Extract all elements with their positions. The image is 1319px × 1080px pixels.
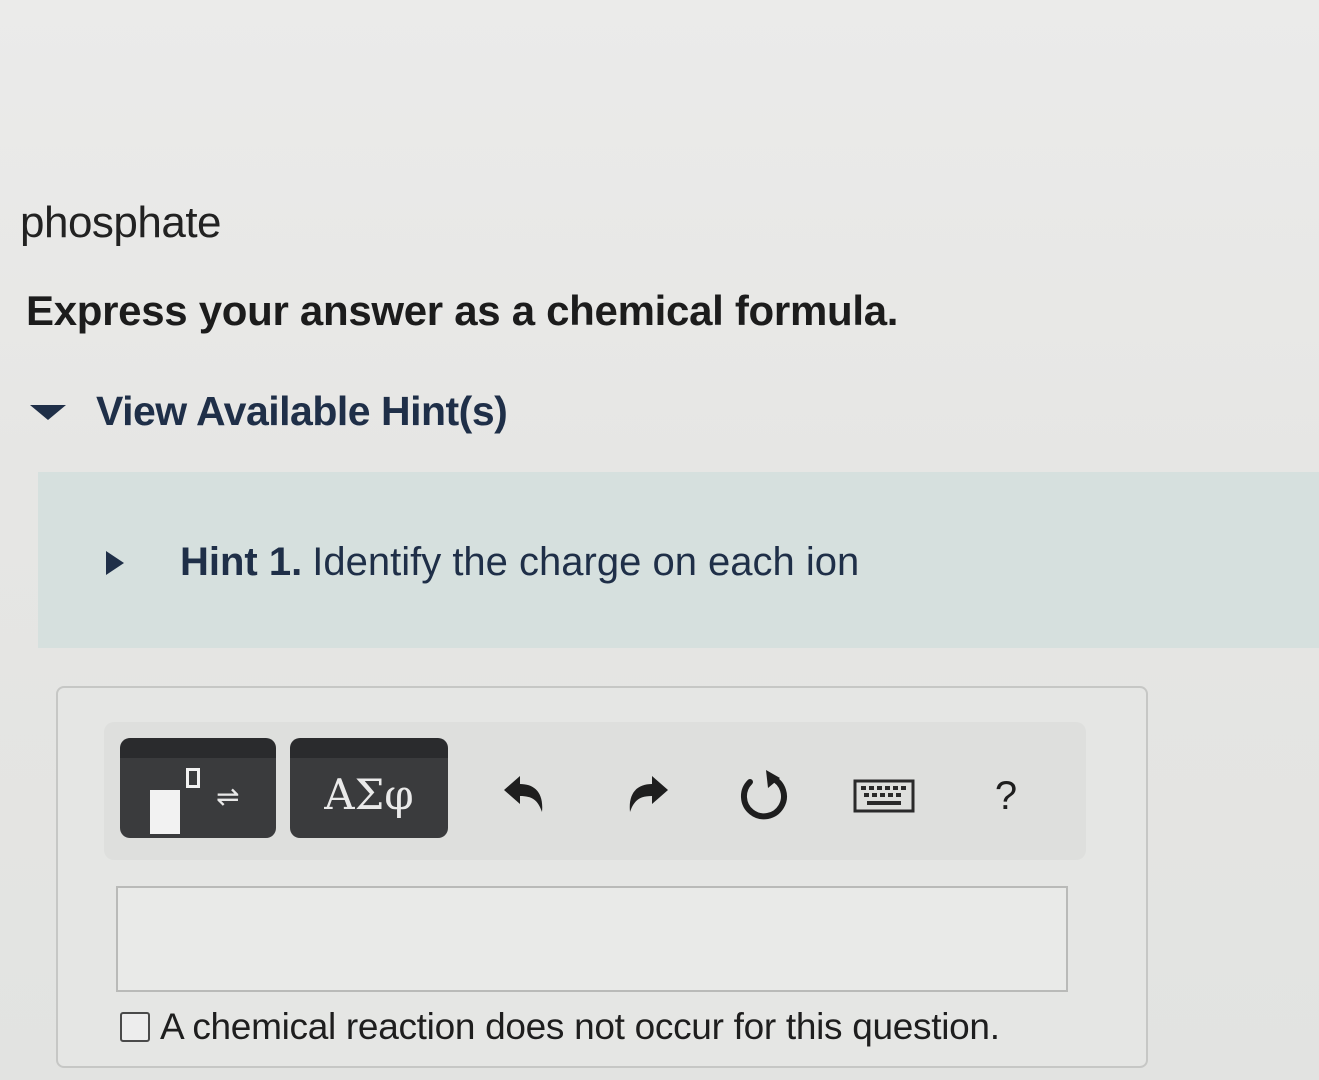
symbols-button[interactable]: ΑΣφ [290,738,448,838]
redo-button[interactable] [616,766,676,826]
help-button[interactable]: ? [976,766,1036,826]
formula-answer-input[interactable] [116,886,1068,992]
caret-right-icon [106,550,124,575]
answer-instruction: Express your answer as a chemical formul… [26,287,899,334]
undo-button[interactable] [496,766,556,826]
hint-title: Identify the charge on each ion [312,540,860,584]
no-reaction-label: A chemical reaction does not occur for t… [160,1006,1000,1047]
hint-1-toggle[interactable]: Hint 1. Identify the charge on each ion [106,540,859,585]
view-hints-toggle[interactable]: View Available Hint(s) [30,388,508,435]
no-reaction-option[interactable]: A chemical reaction does not occur for t… [120,1006,1000,1048]
hints-panel: Hint 1. Identify the charge on each ion [38,472,1319,648]
formula-toolbar: ⇌ ΑΣφ ? [104,722,1086,860]
symbols-label: ΑΣφ [324,770,414,819]
answer-area: ⇌ ΑΣφ ? A chemical reaction does not occ… [56,686,1148,1068]
no-reaction-checkbox[interactable] [120,1012,150,1042]
caret-down-icon [30,405,66,420]
keyboard-button[interactable] [844,766,924,826]
keyboard-icon [853,779,915,813]
hint-number: Hint 1. [180,540,303,584]
reset-icon [741,770,787,820]
view-hints-label: View Available Hint(s) [96,388,508,434]
redo-icon [629,776,668,812]
help-icon: ? [994,773,1018,818]
undo-icon [504,776,543,812]
question-item-name: phosphate [20,198,222,247]
reset-button[interactable] [734,766,794,826]
templates-button[interactable]: ⇌ [120,738,276,838]
